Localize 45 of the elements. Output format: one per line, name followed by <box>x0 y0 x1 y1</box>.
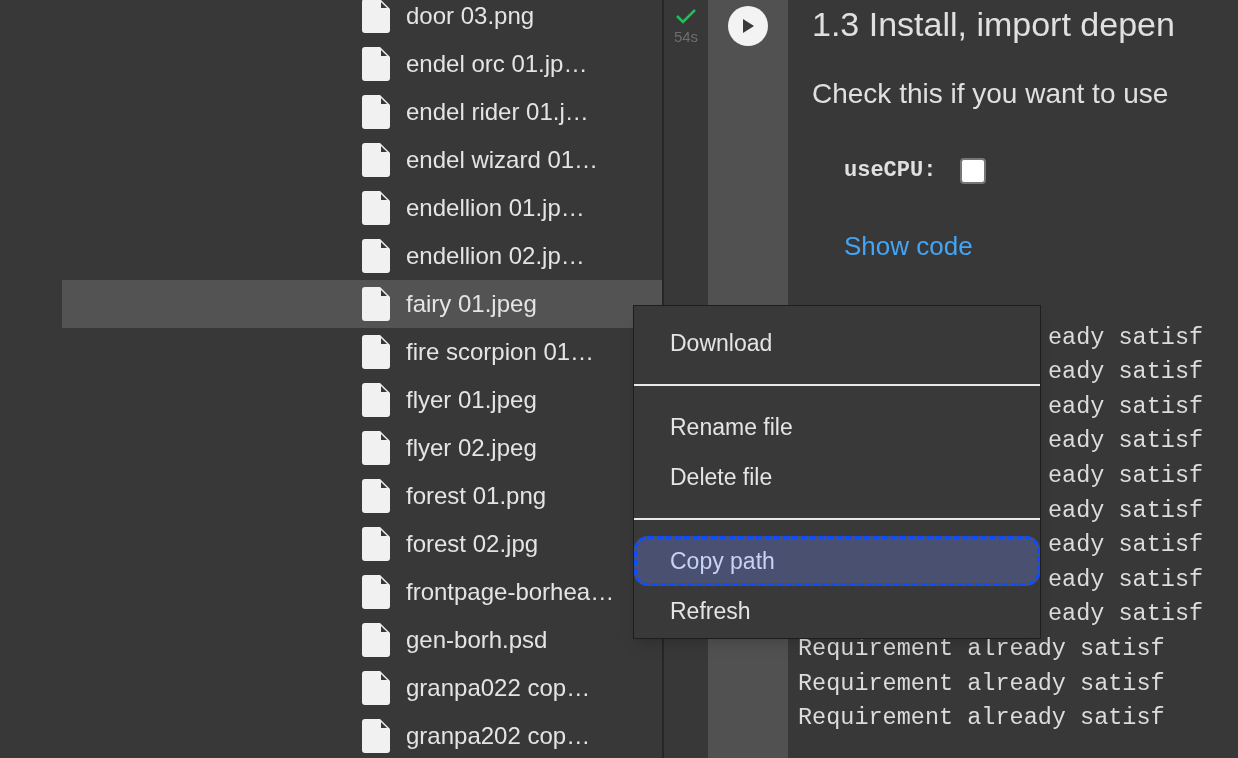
file-icon <box>362 239 390 273</box>
play-icon <box>742 19 754 33</box>
run-button[interactable] <box>728 6 768 46</box>
output-line: Requirement already satisf <box>798 703 1165 734</box>
file-item[interactable]: endel orc 01.jp… <box>62 40 662 88</box>
file-icon <box>362 287 390 321</box>
description-text: Check this if you want to use <box>812 77 1170 111</box>
check-icon <box>675 8 697 24</box>
output-line: eady satisf <box>1048 599 1204 630</box>
file-icon <box>362 335 390 369</box>
output-line: eady satisf <box>1048 495 1204 526</box>
menu-item[interactable]: Copy path <box>634 536 1040 586</box>
file-item[interactable]: door 03.png <box>62 0 662 40</box>
file-icon <box>362 479 390 513</box>
file-icon <box>362 143 390 177</box>
file-icon <box>362 47 390 81</box>
file-item[interactable]: fairy 01.jpeg <box>62 280 662 328</box>
output-line: eady satisf <box>1048 391 1204 422</box>
output-line: Requirement already satisf <box>798 668 1165 699</box>
output-line: eady satisf <box>1048 322 1204 353</box>
output-line: eady satisf <box>1048 564 1204 595</box>
file-icon <box>362 719 390 753</box>
file-item[interactable]: endel wizard 01… <box>62 136 662 184</box>
file-icon <box>362 191 390 225</box>
file-item[interactable]: endel rider 01.j… <box>62 88 662 136</box>
output-line: eady satisf <box>1048 357 1204 388</box>
section-heading: 1.3 Install, import depen <box>812 4 1176 45</box>
file-item[interactable]: endellion 01.jp… <box>62 184 662 232</box>
file-icon <box>362 575 390 609</box>
file-icon <box>362 95 390 129</box>
checkbox[interactable] <box>960 157 987 184</box>
param-label: useCPU: <box>844 157 937 185</box>
file-icon <box>362 623 390 657</box>
file-icon <box>362 527 390 561</box>
output-line: Requirement already satisf <box>798 634 1165 664</box>
file-item[interactable]: granpa022 cop… <box>62 664 662 712</box>
output-line: eady satisf <box>1048 461 1204 492</box>
file-icon <box>362 431 390 465</box>
file-item[interactable]: endellion 02.jp… <box>62 232 662 280</box>
file-icon <box>362 671 390 705</box>
file-item[interactable]: granpa202 cop… <box>62 712 662 758</box>
file-icon <box>362 383 390 417</box>
show-code-link[interactable]: Show code <box>844 227 973 266</box>
output-line: eady satisf <box>1048 426 1204 457</box>
output-line: eady satisf <box>1048 530 1204 561</box>
